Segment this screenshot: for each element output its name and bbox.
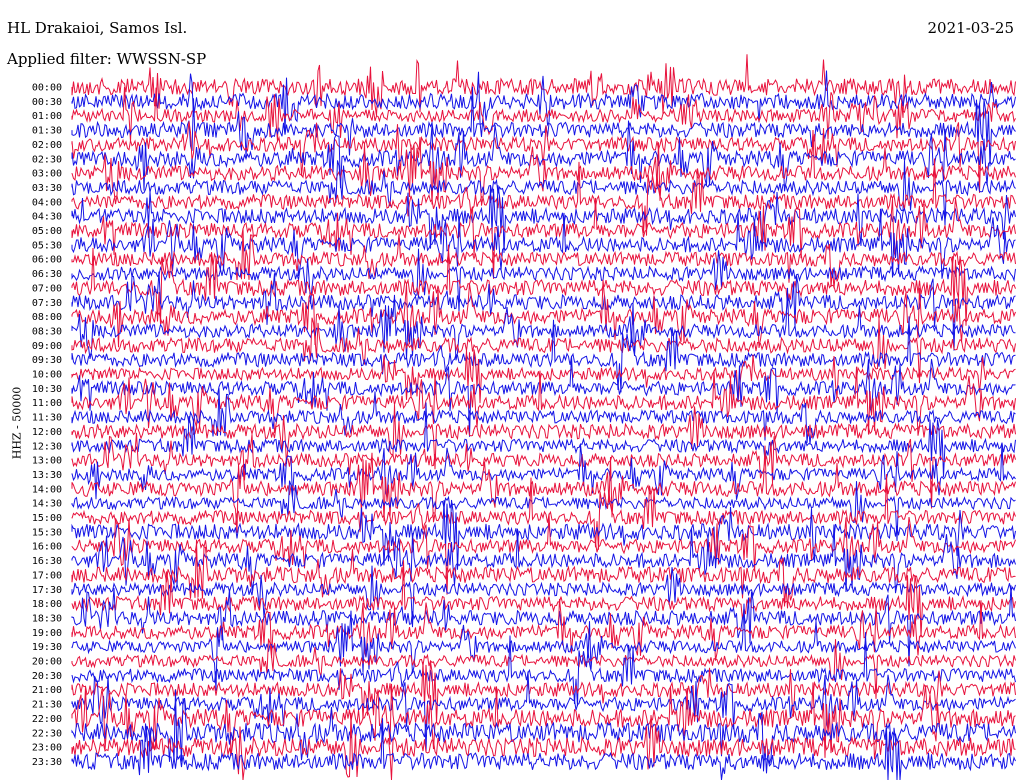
- trace-layer: [71, 54, 1016, 780]
- seismic-trace: [71, 598, 1016, 661]
- row-time-label: 09:00: [32, 341, 62, 352]
- time-tick-labels: 00:00 00:30 01:00 01:30 02:00 02:30 03:00 03:30…: [32, 83, 62, 768]
- row-time-label: 15:00: [32, 513, 62, 524]
- row-time-label: 07:00: [32, 283, 62, 294]
- row-time-label: 20:00: [32, 657, 62, 668]
- row-time-label: 05:00: [32, 226, 62, 237]
- row-time-label: 08:00: [32, 312, 62, 323]
- row-time-label: 04:30: [32, 212, 62, 223]
- row-time-label: 21:00: [32, 685, 62, 696]
- row-time-label: 08:30: [32, 326, 62, 337]
- row-time-label: 17:00: [32, 570, 62, 581]
- row-time-label: 11:00: [32, 398, 62, 409]
- row-time-label: 17:30: [32, 585, 62, 596]
- row-time-label: 03:30: [32, 183, 62, 194]
- seismogram-page: HL Drakaioi, Samos Isl. 2021-03-25 Appli…: [0, 0, 1024, 780]
- row-time-label: 05:30: [32, 240, 62, 251]
- seismic-trace: [71, 129, 1016, 206]
- row-time-label: 19:30: [32, 642, 62, 653]
- row-time-label: 00:30: [32, 97, 62, 108]
- row-time-label: 16:30: [32, 556, 62, 567]
- seismic-trace: [71, 513, 1016, 595]
- seismic-trace: [71, 279, 1016, 348]
- row-time-label: 18:30: [32, 613, 62, 624]
- row-time-label: 07:30: [32, 298, 62, 309]
- row-time-label: 16:00: [32, 542, 62, 553]
- row-time-label: 12:00: [32, 427, 62, 438]
- row-time-label: 23:30: [32, 757, 62, 768]
- row-time-label: 02:00: [32, 140, 62, 151]
- row-time-label: 22:30: [32, 728, 62, 739]
- helicorder-plot: 00:00 00:30 01:00 01:30 02:00 02:30 03:00 03:30…: [32, 54, 1016, 780]
- row-time-label: 18:00: [32, 599, 62, 610]
- row-time-label: 01:00: [32, 111, 62, 122]
- row-time-label: 11:30: [32, 413, 62, 424]
- row-time-label: 06:00: [32, 255, 62, 266]
- row-time-label: 19:00: [32, 628, 62, 639]
- row-time-label: 09:30: [32, 355, 62, 366]
- row-time-label: 01:30: [32, 126, 62, 137]
- row-time-label: 14:00: [32, 484, 62, 495]
- row-time-label: 22:00: [32, 714, 62, 725]
- row-time-label: 02:30: [32, 154, 62, 165]
- row-time-label: 13:00: [32, 456, 62, 467]
- row-time-label: 23:00: [32, 743, 62, 754]
- row-time-label: 10:00: [32, 370, 62, 381]
- seismic-trace: [71, 682, 1016, 760]
- row-time-label: 13:30: [32, 470, 62, 481]
- row-time-label: 06:30: [32, 269, 62, 280]
- row-time-label: 14:30: [32, 499, 62, 510]
- row-time-label: 04:00: [32, 197, 62, 208]
- row-time-label: 12:30: [32, 441, 62, 452]
- row-time-label: 00:00: [32, 83, 62, 94]
- row-time-label: 10:30: [32, 384, 62, 395]
- row-time-label: 15:30: [32, 527, 62, 538]
- row-time-label: 03:00: [32, 169, 62, 180]
- row-time-label: 21:30: [32, 700, 62, 711]
- row-time-label: 20:30: [32, 671, 62, 682]
